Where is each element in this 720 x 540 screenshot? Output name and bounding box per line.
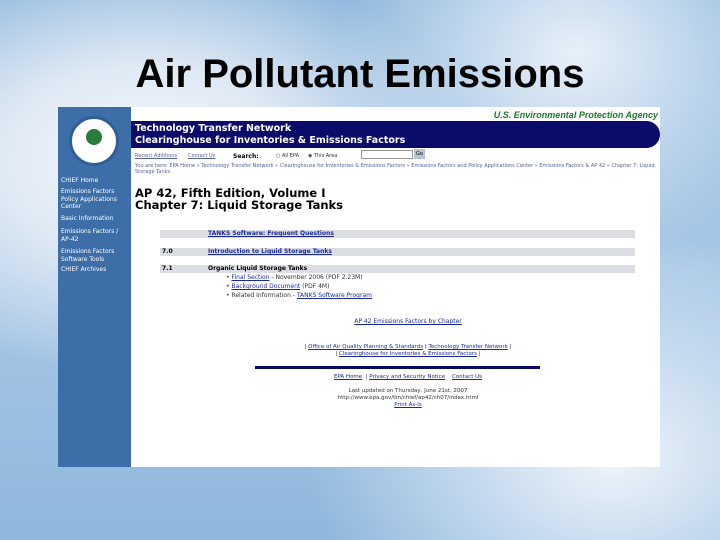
sidebar-item[interactable]: Basic Information: [61, 215, 114, 223]
list-item: • Background Document (PDF 4M): [226, 283, 330, 290]
table-row: TANKS Software: Frequent Questions: [160, 230, 635, 238]
radio-this-area[interactable]: ◉ This Area: [308, 153, 337, 159]
title-line2: Chapter 7: Liquid Storage Tanks: [135, 198, 344, 212]
radio-label: All EPA: [281, 153, 300, 159]
bottom-link[interactable]: Privacy and Security Notice: [369, 374, 445, 380]
list-item: • Related Information - TANKS Software P…: [226, 292, 372, 299]
last-updated: Last updated on Thursday, June 21st, 200…: [348, 388, 468, 394]
footer-links: | Clearinghouse for Inventories & Emissi…: [335, 351, 481, 357]
sidebar-item[interactable]: CHIEF Archives: [61, 266, 106, 274]
header-line2: Clearinghouse for Inventories & Emission…: [135, 135, 406, 146]
table-row: 7.1 Organic Liquid Storage Tanks: [160, 265, 635, 273]
sidebar-item[interactable]: Emissions Factors / AP-42: [61, 228, 125, 243]
search-input[interactable]: [361, 150, 413, 159]
footer-link[interactable]: Office of Air Quality Planning & Standar…: [308, 344, 423, 350]
page-url: http://www.epa.gov/ttn/chief/ap42/ch07/i…: [337, 395, 479, 401]
row-num: 7.0: [162, 248, 173, 255]
item-text: - November 2006 (PDF 2.23M): [269, 274, 363, 281]
bottom-link[interactable]: Contact Us: [452, 374, 482, 380]
print-link[interactable]: Print As-Is: [394, 402, 422, 408]
epa-logo-icon: [69, 116, 119, 166]
search-label: Search:: [233, 153, 259, 160]
go-button[interactable]: Go: [414, 149, 425, 159]
background-document-link[interactable]: Background Document: [231, 283, 300, 290]
item-text: Related Information -: [231, 292, 297, 299]
bottom-links: EPA Home | Privacy and Security Notice C…: [333, 374, 483, 380]
footer-link[interactable]: Technology Transfer Network: [428, 344, 507, 350]
agency-name: U.S. Environmental Protection Agency: [493, 110, 658, 120]
radio-label: This Area: [313, 153, 338, 159]
slide-title: Air Pollutant Emissions: [135, 52, 585, 96]
bottom-link[interactable]: EPA Home: [334, 374, 362, 380]
row-link[interactable]: Introduction to Liquid Storage Tanks: [208, 248, 332, 256]
item-text: (PDF 4M): [300, 283, 330, 290]
header-line1: Technology Transfer Network: [135, 123, 292, 134]
list-item: • Final Section - November 2006 (PDF 2.2…: [226, 274, 363, 281]
epa-webpage-screenshot: CHIEF Home Emissions Factors Policy Appl…: [58, 107, 660, 467]
by-chapter-link[interactable]: AP 42 Emissions Factors by Chapter: [354, 318, 462, 325]
sidebar: CHIEF Home Emissions Factors Policy Appl…: [58, 107, 131, 467]
tanks-software-link[interactable]: TANKS Software Program: [297, 292, 372, 299]
sidebar-item[interactable]: CHIEF Home: [61, 177, 98, 185]
recent-additions-link[interactable]: Recent Additions: [135, 153, 177, 159]
site-header: Technology Transfer Network Clearinghous…: [131, 121, 660, 148]
row-link[interactable]: TANKS Software: Frequent Questions: [208, 230, 334, 238]
sidebar-item[interactable]: Emissions Factors Software Tools: [61, 248, 125, 263]
footer-links: | Office of Air Quality Planning & Stand…: [304, 344, 512, 350]
row-heading: Organic Liquid Storage Tanks: [208, 265, 308, 272]
contact-link[interactable]: Contact Us: [188, 153, 215, 159]
row-num: 7.1: [162, 265, 173, 272]
table-row: 7.0 Introduction to Liquid Storage Tanks: [160, 248, 635, 256]
breadcrumb: You are here: EPA Home » Technology Tran…: [135, 163, 655, 175]
footer-link[interactable]: Clearinghouse for Inventories & Emission…: [339, 351, 477, 357]
page-title: AP 42, Fifth Edition, Volume I Chapter 7…: [135, 187, 343, 211]
sidebar-item[interactable]: Emissions Factors Policy Applications Ce…: [61, 188, 125, 211]
divider: [255, 366, 540, 369]
radio-all-epa[interactable]: ○ All EPA: [276, 153, 299, 159]
final-section-link[interactable]: Final Section: [231, 274, 269, 281]
